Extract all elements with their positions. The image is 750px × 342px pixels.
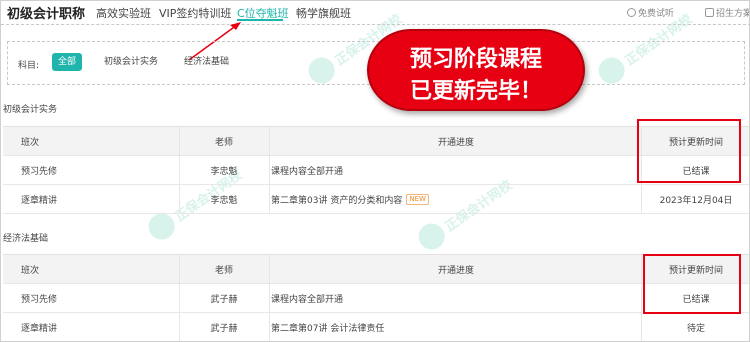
page-frame: 正保会计网校 正保会计网校 正保会计网校 正保会计网校 初级会计职称 高效实验班…: [0, 0, 750, 342]
progress-text: 第二章第03讲 资产的分类和内容: [271, 195, 403, 206]
class-name: 逐章精讲: [21, 323, 58, 334]
column-header-class: 班次: [21, 137, 40, 148]
callout-line-1: 预习阶段课程: [409, 47, 542, 72]
teacher-name: 武子赫: [210, 294, 238, 305]
table-header-row: 班次 老师 开通进度 预计更新时间: [3, 255, 749, 284]
column-divider: [179, 156, 180, 184]
update-time: 待定: [686, 323, 705, 334]
column-divider: [179, 313, 180, 341]
subject-option-all[interactable]: 全部: [52, 53, 83, 71]
progress-text: 课程内容全部开通: [271, 166, 344, 177]
column-divider: [269, 185, 270, 213]
column-divider: [269, 284, 270, 312]
progress-text: 第二章第07讲 会计法律责任: [271, 323, 385, 334]
callout-line-2: 已更新完毕！: [409, 79, 542, 104]
column-header-progress: 开通进度: [437, 137, 474, 148]
teacher-name: 李忠魁: [210, 195, 238, 206]
teacher-name: 武子赫: [210, 323, 238, 334]
section-title-accounting: 初级会计实务: [3, 105, 58, 115]
table-row: 逐章精讲 李忠魁 第二章第03讲 资产的分类和内容 NEW 2023年12月04…: [3, 185, 749, 214]
new-badge: NEW: [406, 193, 429, 205]
section-title-economic-law: 经济法基础: [3, 234, 49, 244]
subject-label: 科目:: [18, 61, 40, 71]
column-header-teacher: 老师: [214, 265, 233, 276]
column-divider: [179, 284, 180, 312]
announcement-callout: 预习阶段课程 已更新完毕！: [367, 29, 585, 111]
column-divider: [179, 255, 180, 283]
table-row: 逐章精讲 武子赫 第二章第07讲 会计法律责任 待定: [3, 313, 749, 341]
column-divider: [269, 255, 270, 283]
schedule-table-economic-law: 班次 老师 开通进度 预计更新时间 预习先修 武子赫 课程内容全部开通 已结课 …: [3, 254, 749, 341]
progress-cell: 第二章第03讲 资产的分类和内容 NEW: [271, 185, 641, 213]
column-divider: [641, 185, 642, 213]
class-name: 预习先修: [21, 294, 58, 305]
highlight-box-accounting-update: [637, 119, 741, 183]
column-divider: [641, 255, 642, 283]
update-time: 2023年12月04日: [659, 195, 733, 206]
highlight-box-economic-law-update: [643, 254, 741, 314]
column-divider: [269, 127, 270, 155]
subject-option-economic-law[interactable]: 经济法基础: [178, 53, 235, 71]
column-divider: [179, 185, 180, 213]
class-name: 预习先修: [21, 166, 58, 177]
table-row: 预习先修 武子赫 课程内容全部开通 已结课: [3, 284, 749, 313]
column-divider: [179, 127, 180, 155]
column-header-class: 班次: [21, 265, 40, 276]
column-divider: [641, 284, 642, 312]
column-divider: [269, 313, 270, 341]
column-divider: [641, 313, 642, 341]
teacher-name: 李忠魁: [210, 166, 238, 177]
column-header-teacher: 老师: [214, 137, 233, 148]
column-divider: [269, 156, 270, 184]
subject-option-accounting[interactable]: 初级会计实务: [98, 53, 164, 71]
progress-text: 课程内容全部开通: [271, 294, 344, 305]
class-name: 逐章精讲: [21, 195, 58, 206]
column-header-progress: 开通进度: [437, 265, 474, 276]
